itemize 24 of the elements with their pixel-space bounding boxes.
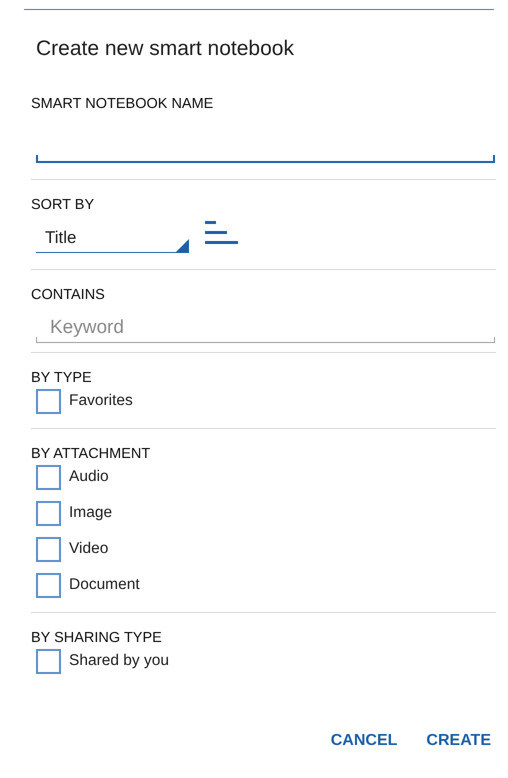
checkbox[interactable] xyxy=(36,464,61,490)
checkbox[interactable] xyxy=(36,572,61,598)
section-label: BY ATTACHMENT xyxy=(31,445,152,463)
section-label: SMART NOTEBOOK NAME xyxy=(31,95,214,113)
cancel-button[interactable]: CANCEL xyxy=(330,731,398,751)
section-label: SORT BY xyxy=(31,196,96,214)
sort-dropdown[interactable]: Title xyxy=(36,223,189,253)
checkbox[interactable] xyxy=(36,500,61,526)
caret-icon xyxy=(176,239,189,252)
checkbox-label: Video xyxy=(69,539,108,560)
checkbox-label: Shared by you xyxy=(69,651,169,672)
checkbox-label: Image xyxy=(69,503,112,524)
sort-order-icon[interactable] xyxy=(205,221,239,245)
checkbox[interactable] xyxy=(36,536,61,562)
section-label: BY TYPE xyxy=(31,369,93,387)
checkbox-label: Document xyxy=(69,575,140,596)
create-button[interactable]: CREATE xyxy=(426,731,491,751)
section-label: BY SHARING TYPE xyxy=(31,629,163,647)
dialog-title: Create new smart notebook xyxy=(36,36,295,62)
section-label: CONTAINS xyxy=(31,286,106,304)
checkbox-label: Favorites xyxy=(69,391,133,412)
checkbox[interactable] xyxy=(36,388,61,414)
checkbox[interactable] xyxy=(36,648,61,674)
checkbox-label: Audio xyxy=(69,467,109,488)
